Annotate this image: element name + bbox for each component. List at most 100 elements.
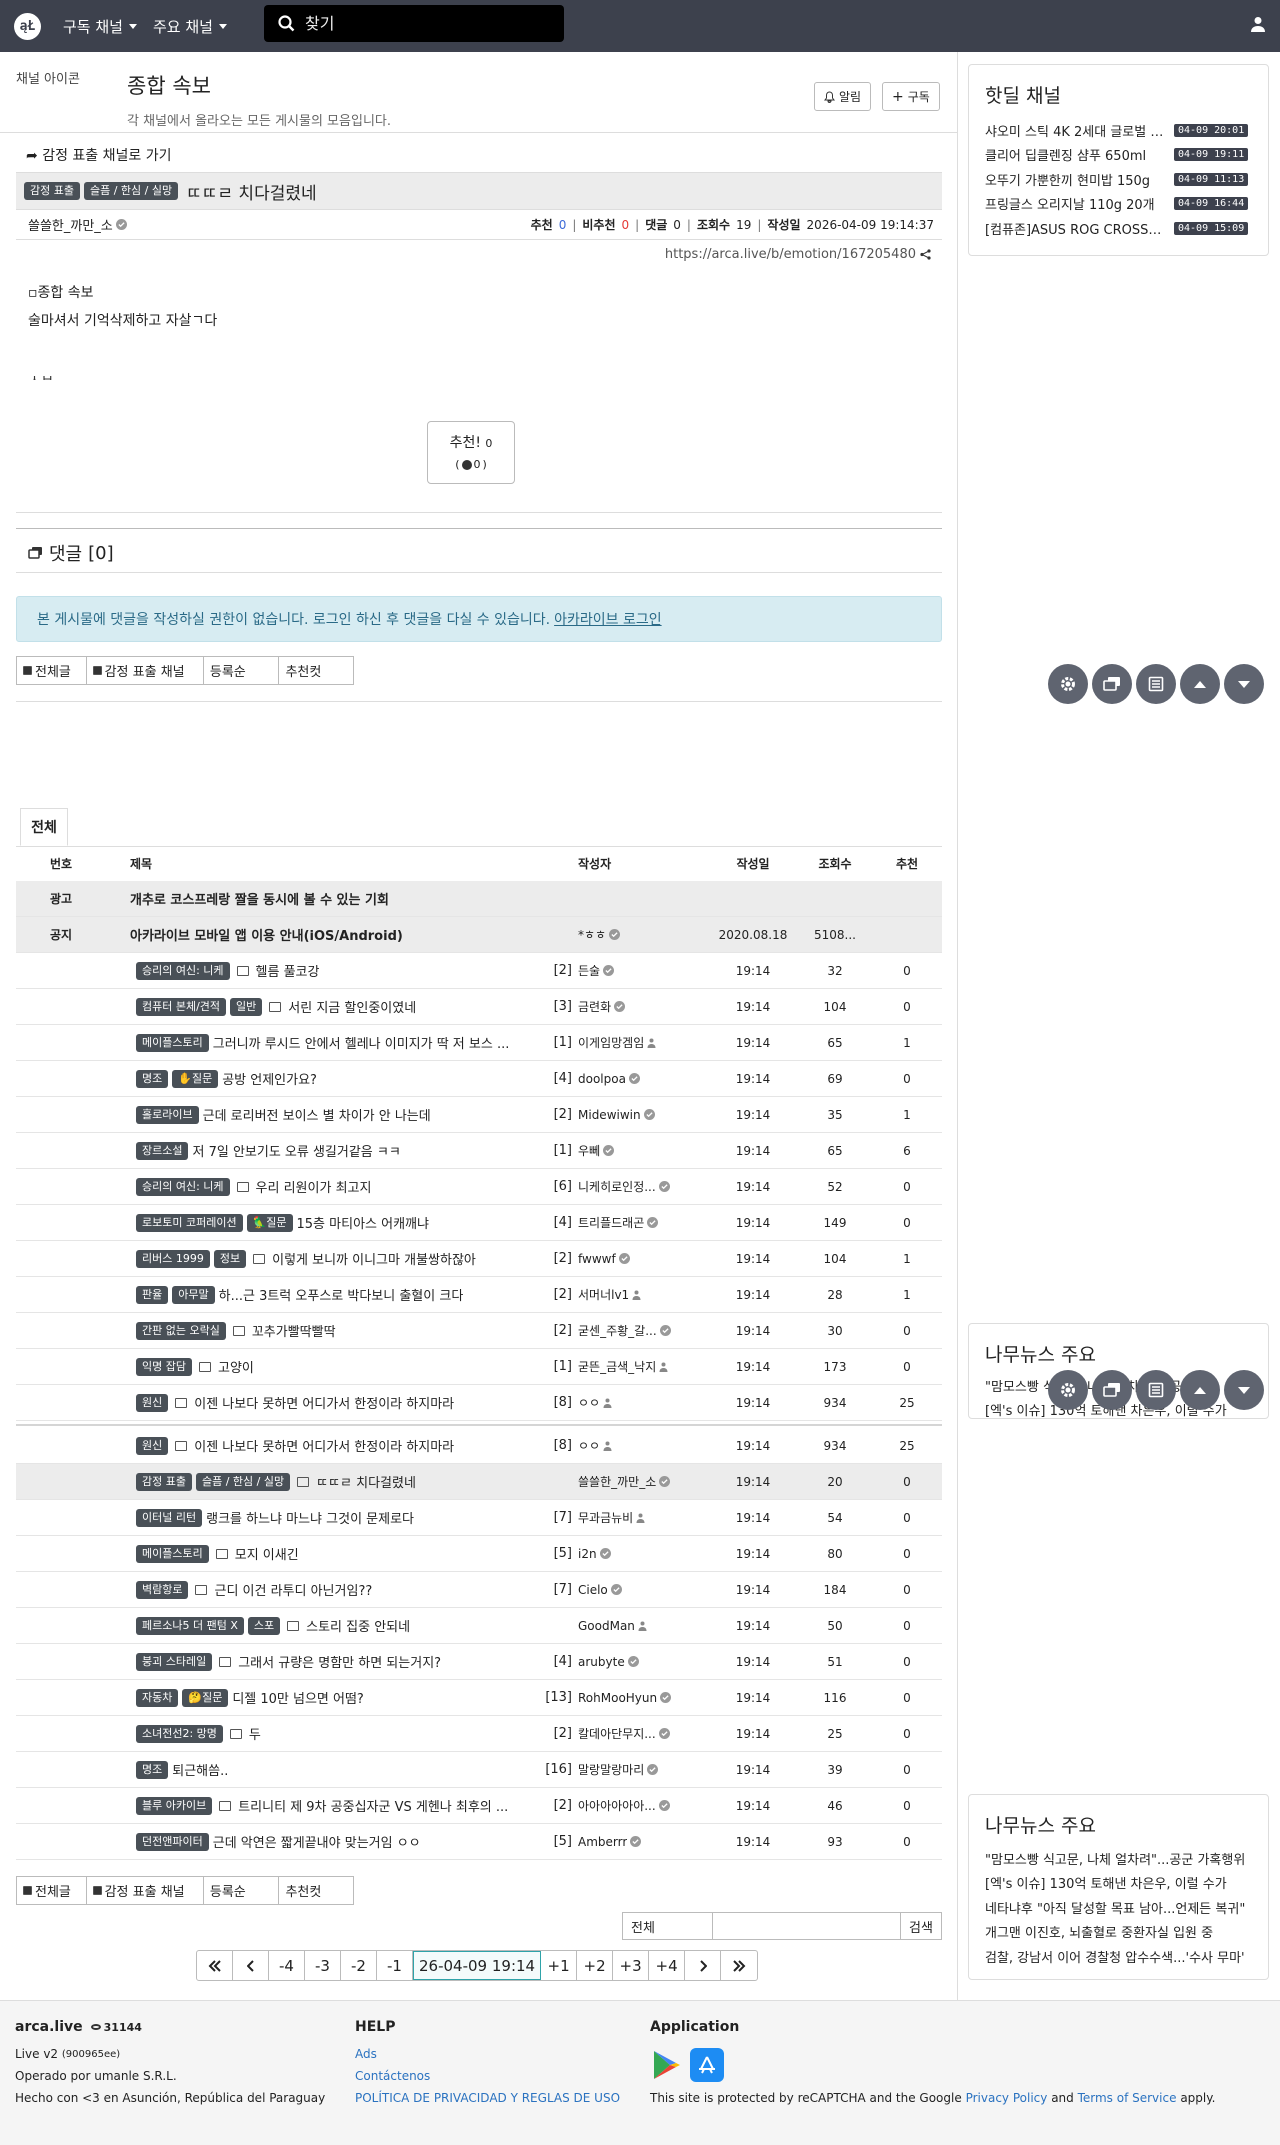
post-author[interactable]: ㅇㅇ — [578, 1437, 708, 1454]
post-title[interactable]: 모지 이새긴 — [235, 1544, 299, 1563]
category-badge[interactable]: 슬픔 / 한심 / 실망 — [195, 1472, 291, 1491]
post-author[interactable]: GoodMan — [578, 1619, 708, 1633]
category-badge[interactable]: 원신 — [136, 1436, 169, 1455]
google-play-icon[interactable] — [650, 2048, 684, 2082]
comments-button[interactable] — [1092, 1370, 1132, 1410]
post-author[interactable]: arubyte — [578, 1655, 708, 1669]
post-title[interactable]: 고양이 — [218, 1357, 254, 1376]
scroll-bottom-button[interactable] — [1224, 1370, 1264, 1410]
tab-recommend-cut[interactable]: 추천컷 — [279, 657, 353, 684]
category-badge[interactable]: 로보토미 코퍼레이션 — [136, 1213, 243, 1232]
post-author[interactable]: ㅇㅇ — [578, 1394, 708, 1411]
post-author[interactable]: 니케히로인정... — [578, 1178, 708, 1195]
category-badge[interactable]: 리버스 1999 — [136, 1249, 210, 1268]
category-badge[interactable]: 소녀전선2: 망명 — [136, 1724, 223, 1743]
post-author[interactable]: 말랑말랑마리 — [578, 1761, 708, 1778]
news-title[interactable]: 나무뉴스 주요 — [985, 1340, 1268, 1367]
post-author[interactable]: fwwwf — [578, 1252, 708, 1266]
category-badge[interactable]: 아무말 — [172, 1285, 215, 1304]
post-title[interactable]: 두 — [249, 1724, 261, 1743]
user-icon[interactable] — [1250, 16, 1266, 32]
news-item[interactable]: 네타냐후 "아직 달성할 목표 남아...언제든 복귀" — [985, 1895, 1255, 1920]
ads-link[interactable]: Ads — [355, 2043, 620, 2065]
post-author[interactable]: RohMooHyun — [578, 1691, 708, 1705]
post-title[interactable]: 스토리 집중 안되네 — [306, 1616, 410, 1635]
news-title[interactable]: 나무뉴스 주요 — [985, 1811, 1268, 1838]
tab-emotion-channel[interactable]: 감정 표출 채널 — [87, 657, 204, 684]
post-title[interactable]: 공방 언제인가요? — [222, 1069, 317, 1088]
page-button[interactable]: +1 — [541, 1951, 578, 1980]
page-button[interactable]: +2 — [577, 1951, 614, 1980]
privacy-rules-link[interactable]: POLÍTICA DE PRIVACIDAD Y REGLAS DE USO — [355, 2087, 620, 2109]
category-badge[interactable]: 스포 — [247, 1616, 281, 1635]
category-badge[interactable]: 컴퓨터 본체/견적 — [136, 997, 227, 1016]
alarm-button[interactable]: 알림 — [814, 82, 872, 111]
category-badge[interactable]: ✋질문 — [172, 1069, 219, 1088]
post-title[interactable]: 꼬추가빨딱빨딱 — [252, 1321, 336, 1340]
vote-button[interactable]: 추천! 0 ( 0) — [427, 421, 515, 484]
prev-page-button[interactable] — [233, 1951, 269, 1980]
post-author[interactable]: 든술 — [578, 962, 708, 979]
category-badge[interactable]: 감정 표출 — [24, 182, 80, 200]
news-item[interactable]: [엑's 이슈] 130억 토해낸 차은우, 이럴 수가 — [985, 1871, 1255, 1896]
post-title[interactable]: 근데 악연은 짧게끝내야 맞는거임 ㅇㅇ — [213, 1832, 421, 1851]
post-title[interactable]: 15층 마티아스 어캐깨냐 — [297, 1213, 429, 1232]
category-badge[interactable]: 명조 — [136, 1760, 169, 1779]
post-author[interactable]: 굳뜬_금색_낙지 — [578, 1358, 708, 1375]
category-badge[interactable]: 원신 — [136, 1393, 169, 1412]
tab-all-posts[interactable]: 전체글 — [17, 1877, 87, 1904]
hotdeal-title[interactable]: 핫딜 채널 — [985, 81, 1268, 108]
post-author[interactable]: 트리플드래곤 — [578, 1214, 708, 1231]
goto-channel-link[interactable]: ➦ 감정 표출 채널로 가기 — [26, 145, 171, 165]
subscribed-channels-menu[interactable]: 구독 채널 — [63, 16, 137, 37]
settings-button[interactable] — [1048, 1370, 1088, 1410]
post-author[interactable]: Midewiwin — [578, 1108, 708, 1122]
category-badge[interactable]: 블루 아카이브 — [136, 1796, 213, 1815]
category-badge[interactable]: 판율 — [136, 1285, 169, 1304]
list-search-input[interactable] — [713, 1913, 901, 1939]
post-author[interactable]: 칼데아단무지... — [578, 1725, 708, 1742]
search-icon[interactable] — [278, 15, 295, 32]
table-row[interactable]: 간판 없는 오락실 꼬추가빨딱빨딱 [2] 굳센_주황_갈... 19:14 30 0 — [16, 1313, 942, 1349]
scroll-top-button[interactable] — [1180, 1370, 1220, 1410]
table-row[interactable]: 던전앤파이터 근데 악연은 짧게끝내야 맞는거임 ㅇㅇ [5] Amberrr 19:1… — [16, 1824, 942, 1860]
hotdeal-item[interactable]: 오뚜기 가뿐한끼 현미밥 150g 04-09 11:13 — [985, 167, 1268, 192]
tab-sort-registered[interactable]: 등록순 — [204, 657, 280, 684]
page-button[interactable]: -4 — [269, 1951, 305, 1980]
table-row[interactable]: 로보토미 코퍼레이션 🦜질문 15층 마티아스 어캐깨냐 [4] 트리플드래곤 19:14… — [16, 1205, 942, 1241]
table-row[interactable]: 감정 표출 슬픔 / 한심 / 실망 ㄸㄸㄹ 치다걸렸네 쓸쓸한_까만_소 19:14 2… — [16, 1464, 942, 1500]
category-badge[interactable]: 🦜질문 — [246, 1213, 293, 1232]
post-title[interactable]: 트리니티 제 9차 공중십자군 VS 게헨나 최후의 ... — [238, 1796, 508, 1815]
post-author[interactable]: i2n — [578, 1547, 708, 1561]
table-row[interactable]: 홀로라이브 근데 로리버전 보이스 별 차이가 안 나는데 [2] Midewiwin… — [16, 1097, 942, 1133]
post-title[interactable]: 디젤 10만 넘으면 어떰? — [232, 1688, 364, 1707]
table-row[interactable]: 컴퓨터 본체/견적 일반 서린 지금 할인중이였네 [3] 금련화 19:14 104 0 — [16, 989, 942, 1025]
table-row[interactable]: 승리의 여신: 니케 우리 리원이가 최고지 [6] 니케히로인정... 19:14 52… — [16, 1169, 942, 1205]
category-badge[interactable]: 승리의 여신: 니케 — [136, 1177, 230, 1196]
category-badge[interactable]: 이터널 리턴 — [136, 1508, 203, 1527]
post-title[interactable]: 퇴근해씀.. — [172, 1760, 228, 1779]
category-badge[interactable]: 메이플스토리 — [136, 1544, 209, 1563]
hotdeal-item[interactable]: 클리어 딥클렌징 샴푸 650ml 04-09 19:11 — [985, 143, 1268, 168]
table-row[interactable]: 블루 아카이브 트리니티 제 9차 공중십자군 VS 게헨나 최후의 ... [2]… — [16, 1788, 942, 1824]
scroll-bottom-button[interactable] — [1224, 664, 1264, 704]
category-badge[interactable]: 홀로라이브 — [136, 1105, 199, 1124]
post-title[interactable]: ㄸㄸㄹ 치다걸렸네 — [316, 1472, 416, 1491]
list-button[interactable] — [1136, 664, 1176, 704]
page-button[interactable]: -3 — [305, 1951, 341, 1980]
first-page-button[interactable] — [197, 1951, 233, 1980]
comments-button[interactable] — [1092, 664, 1132, 704]
privacy-policy-link[interactable]: Privacy Policy — [966, 2091, 1048, 2105]
post-author[interactable]: 우뻬 — [578, 1142, 708, 1159]
category-badge[interactable]: 장르소설 — [136, 1141, 189, 1160]
category-badge[interactable]: 일반 — [230, 997, 263, 1016]
post-title[interactable]: 근디 이건 라투디 아닌거임?? — [214, 1580, 372, 1599]
table-row[interactable]: 붕괴 스타레일 그래서 규량은 명함만 하면 되는거지? [4] arubyte 19:… — [16, 1644, 942, 1680]
terms-link[interactable]: Terms of Service — [1078, 2091, 1177, 2105]
category-badge[interactable]: 승리의 여신: 니케 — [136, 961, 230, 980]
category-badge[interactable]: 익명 잡담 — [136, 1357, 192, 1376]
contact-link[interactable]: Contáctenos — [355, 2065, 620, 2087]
category-badge[interactable]: 간판 없는 오락실 — [136, 1321, 226, 1340]
page-button[interactable]: -1 — [377, 1951, 413, 1980]
table-row[interactable]: 승리의 여신: 니케 헬름 풀코강 [2] 든술 19:14 32 0 — [16, 953, 942, 989]
